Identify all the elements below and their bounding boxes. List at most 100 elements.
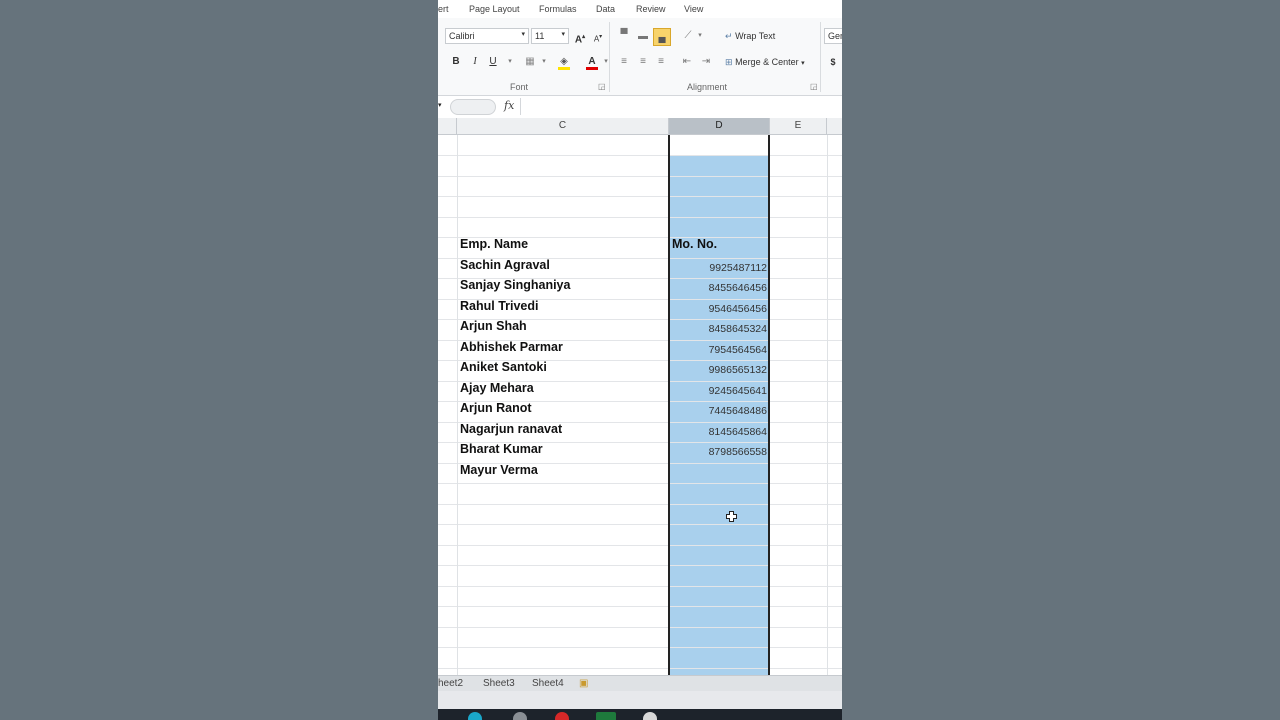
currency-button[interactable]: $ (825, 54, 841, 70)
column-header-c[interactable]: C (457, 118, 669, 135)
italic-button[interactable]: I (467, 54, 483, 70)
sheet-tab-2[interactable]: heet2 (438, 678, 463, 689)
worksheet-grid[interactable]: Emp. Name Mo. No. Sachin Agraval 9925487… (438, 135, 842, 675)
chevron-down-icon: ▾ (561, 31, 565, 38)
column-header-f-edge[interactable] (827, 118, 842, 135)
cell-mobile[interactable]: 9245645641 (670, 385, 767, 397)
merge-center-label: Merge & Center (735, 57, 799, 67)
column-header-e[interactable]: E (770, 118, 827, 135)
cell-mobile[interactable]: 8145645864 (670, 426, 767, 438)
formula-cancel-pill[interactable] (450, 99, 496, 115)
chevron-down-icon[interactable]: ▾ (536, 54, 552, 70)
ribbon: Calibri ▾ 11 ▾ A▴ A▾ B I U ▾ ▦ ▾ ◈ A ▾ F… (438, 18, 842, 96)
tab-insert[interactable]: ert (438, 4, 449, 14)
cell-name[interactable]: Arjun Shah (460, 319, 527, 333)
formula-input[interactable] (520, 98, 842, 115)
font-group-label: Font (510, 82, 529, 92)
formula-bar: ▾ fx (438, 96, 842, 119)
grow-font-button[interactable]: A▴ (572, 29, 588, 45)
merge-center-button[interactable]: ⊞ Merge & Center ▾ (725, 57, 805, 68)
cell-name[interactable]: Sachin Agraval (460, 258, 550, 272)
chevron-down-icon[interactable]: ▾ (502, 54, 518, 70)
cell-mobile[interactable]: 9986565132 (670, 364, 767, 376)
underline-button[interactable]: U (485, 54, 501, 70)
header-emp-name[interactable]: Emp. Name (460, 237, 528, 251)
insert-function-icon[interactable]: fx (504, 99, 514, 112)
alignment-group-label: Alignment (687, 82, 728, 92)
browser-icon[interactable] (468, 712, 482, 720)
wrap-text-icon: ↵ (725, 31, 733, 41)
fill-color-swatch (558, 67, 570, 70)
chevron-down-icon: ▾ (801, 60, 805, 67)
cell-name[interactable]: Sanjay Singhaniya (460, 278, 570, 292)
align-middle-icon[interactable]: ▬ (635, 29, 651, 45)
font-name-value: Calibri (449, 31, 475, 41)
cell-mobile[interactable]: 7445648486 (670, 405, 767, 417)
cell-mobile[interactable]: 8455646456 (670, 282, 767, 294)
app-icon[interactable] (643, 712, 657, 720)
tab-page-layout[interactable]: Page Layout (469, 4, 520, 14)
bold-button[interactable]: B (448, 54, 464, 70)
excel-taskbar-icon[interactable] (596, 712, 616, 720)
cell-name[interactable]: Abhishek Parmar (460, 340, 563, 354)
align-bottom-icon[interactable]: ▄ (653, 28, 671, 46)
shrink-font-button[interactable]: A▾ (590, 29, 606, 45)
cell-mobile[interactable]: 8798566558 (670, 446, 767, 458)
font-color-swatch (586, 67, 598, 70)
cell-name[interactable]: Ajay Mehara (460, 381, 534, 395)
font-size-dropdown[interactable]: 11 ▾ (531, 28, 569, 44)
font-color-glyph: A (588, 56, 596, 67)
chevron-down-icon: ▾ (521, 31, 525, 38)
fill-color-button[interactable]: ◈ (556, 54, 572, 70)
merge-icon: ⊞ (725, 57, 733, 67)
number-format-value: Gen (828, 31, 842, 41)
tab-data[interactable]: Data (596, 4, 615, 14)
cell-cursor-icon (726, 511, 737, 522)
cell-name[interactable]: Rahul Trivedi (460, 299, 539, 313)
decrease-indent-icon[interactable]: ⇤ (679, 54, 695, 70)
column-header-d[interactable]: D (669, 118, 770, 135)
fill-bucket-icon: ◈ (560, 56, 568, 67)
chevron-down-icon[interactable]: ▾ (692, 28, 708, 44)
app-icon[interactable] (513, 712, 527, 720)
group-divider (820, 22, 821, 92)
number-format-dropdown[interactable]: Gen (824, 28, 842, 44)
name-box-dropdown-icon[interactable]: ▾ (438, 101, 442, 109)
media-icon[interactable] (555, 712, 569, 720)
chevron-down-icon[interactable]: ▾ (598, 54, 614, 70)
alignment-dialog-launcher-icon[interactable]: ◲ (810, 82, 818, 91)
wrap-text-label: Wrap Text (735, 31, 776, 41)
cell-mobile[interactable]: 9546456456 (670, 303, 767, 315)
tab-formulas[interactable]: Formulas (539, 4, 577, 14)
status-bar (438, 691, 842, 709)
group-divider (609, 22, 610, 92)
excel-window: ert Page Layout Formulas Data Review Vie… (438, 0, 842, 720)
cell-mobile[interactable]: 9925487112 (670, 262, 767, 274)
cell-name[interactable]: Nagarjun ranavat (460, 422, 562, 436)
font-dialog-launcher-icon[interactable]: ◲ (598, 82, 606, 91)
tab-view[interactable]: View (684, 4, 703, 14)
cell-mobile[interactable]: 7954564564 (670, 344, 767, 356)
cell-name[interactable]: Arjun Ranot (460, 401, 532, 415)
cell-name[interactable]: Bharat Kumar (460, 442, 543, 456)
sheet-tab-bar: heet2 Sheet3 Sheet4 ▣ (438, 675, 842, 692)
cell-name[interactable]: Aniket Santoki (460, 360, 547, 374)
sheet-tab-4[interactable]: Sheet4 (532, 678, 564, 689)
taskbar (438, 709, 842, 720)
insert-sheet-icon[interactable]: ▣ (579, 678, 588, 689)
wrap-text-button[interactable]: ↵ Wrap Text (725, 31, 775, 42)
ribbon-tab-bar: ert Page Layout Formulas Data Review Vie… (438, 0, 842, 18)
cell-mobile[interactable]: 8458645324 (670, 323, 767, 335)
increase-indent-icon[interactable]: ⇥ (698, 54, 714, 70)
header-mobile-no[interactable]: Mo. No. (672, 237, 717, 251)
align-left-icon[interactable]: ≡ (616, 54, 632, 70)
align-right-icon[interactable]: ≡ (653, 54, 669, 70)
font-name-dropdown[interactable]: Calibri ▾ (445, 28, 529, 44)
font-size-value: 11 (535, 31, 545, 41)
align-center-icon[interactable]: ≡ (635, 54, 651, 70)
cell-name[interactable]: Mayur Verma (460, 463, 538, 477)
tab-review[interactable]: Review (636, 4, 666, 14)
align-top-icon[interactable]: ▀ (616, 27, 632, 43)
column-header-b-edge[interactable] (438, 118, 457, 135)
sheet-tab-3[interactable]: Sheet3 (483, 678, 515, 689)
